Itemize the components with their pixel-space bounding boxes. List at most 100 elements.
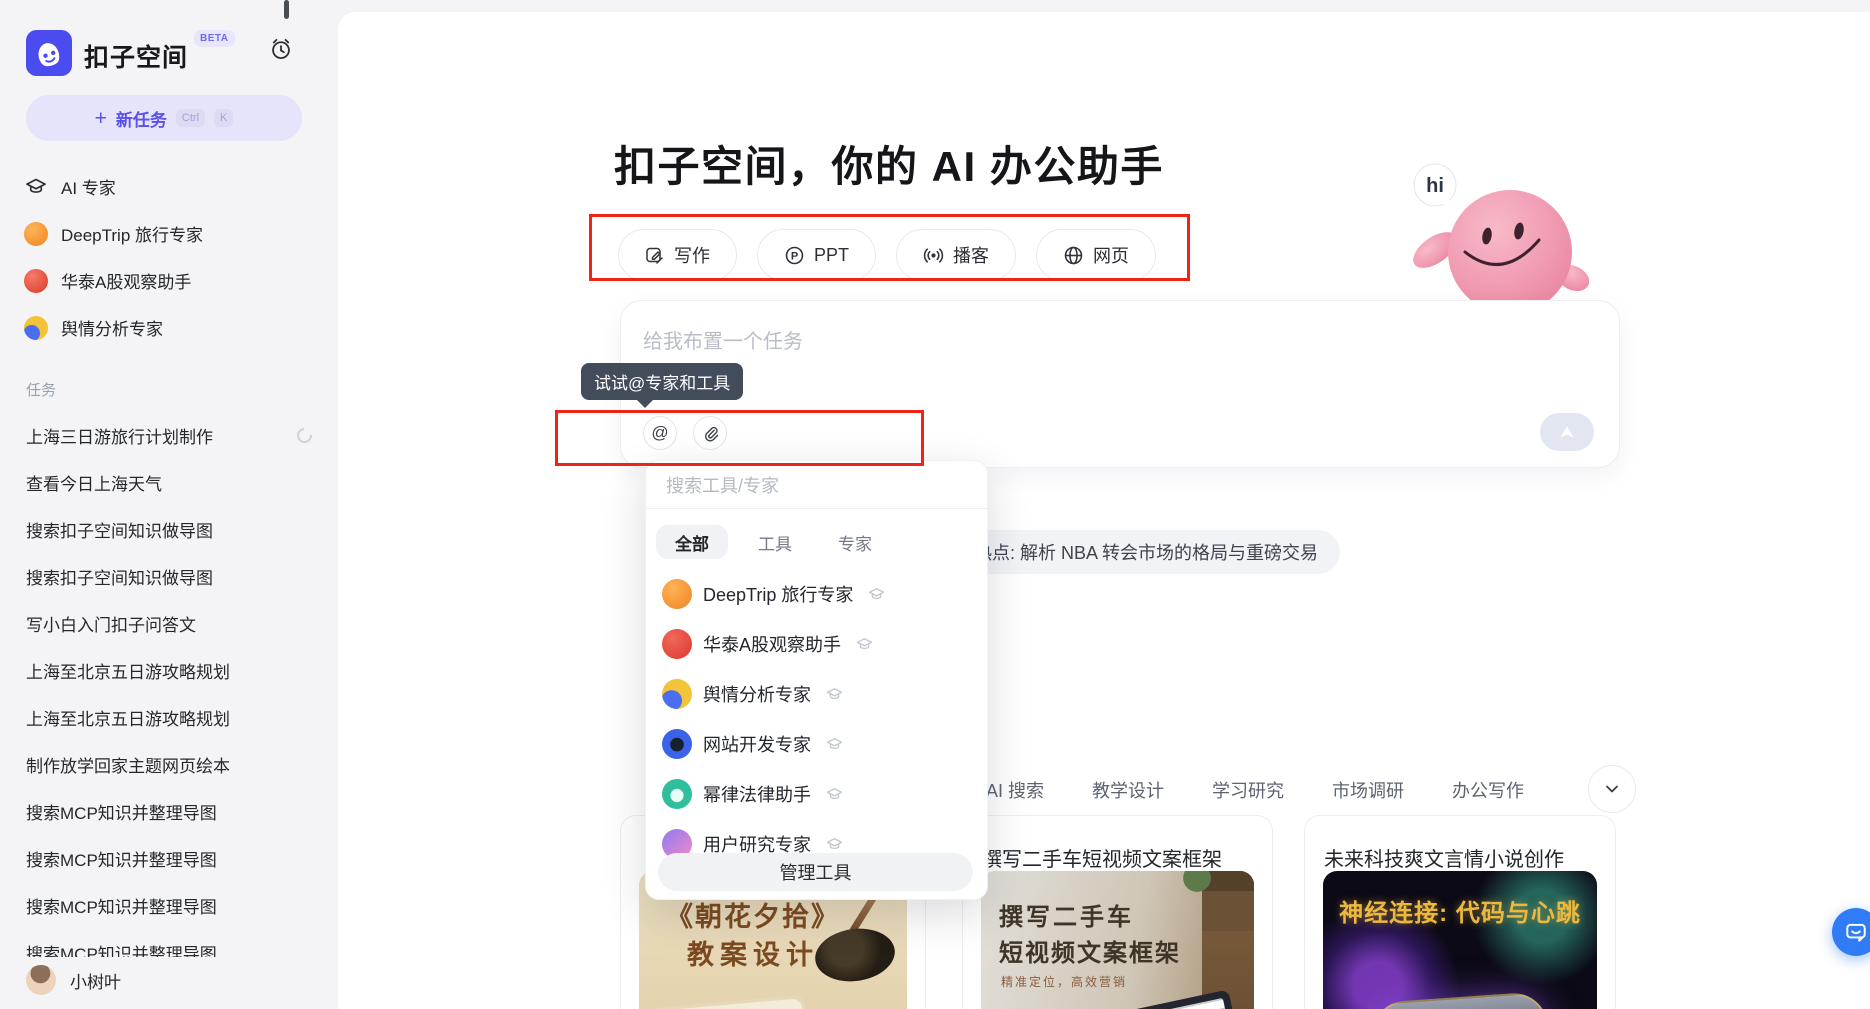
podcast-icon xyxy=(923,245,944,266)
deeptrip-avatar xyxy=(662,579,692,609)
send-arrow-icon xyxy=(1558,425,1576,439)
sentiment-avatar xyxy=(662,679,692,709)
task-item[interactable]: 上海至北京五日游攻略规划 xyxy=(0,694,338,741)
law-avatar xyxy=(662,779,692,809)
page-title: 扣子空间，你的 AI 办公助手 xyxy=(614,133,1164,194)
example-card-scifi-novel[interactable]: 未来科技爽文言情小说创作 神经连接: 代码与心跳 xyxy=(1304,815,1616,1009)
task-item[interactable]: 上海至北京五日游攻略规划 xyxy=(0,647,338,694)
beta-badge: BETA xyxy=(194,30,234,47)
task-item[interactable]: 搜索MCP知识并整理导图 xyxy=(0,788,338,835)
web-dev-avatar xyxy=(662,729,692,759)
expert-cap-icon xyxy=(826,836,843,853)
plant-illustration xyxy=(1180,871,1214,893)
globe-icon xyxy=(1063,245,1084,266)
plus-icon: + xyxy=(95,108,107,129)
list-item-deeptrip[interactable]: DeepTrip 旅行专家 xyxy=(646,569,987,619)
tasks-section-header: 任务 xyxy=(26,379,56,400)
expand-categories-button[interactable] xyxy=(1588,765,1636,813)
sidebar-item-label: 华泰A股观察助手 xyxy=(61,268,191,293)
task-item[interactable]: 搜索扣子空间知识做导图 xyxy=(0,506,338,553)
attachment-button[interactable] xyxy=(693,416,727,450)
task-item[interactable]: 搜索MCP知识并整理导图 xyxy=(0,835,338,882)
app-title: 扣子空间 xyxy=(84,38,188,74)
manage-tools-button[interactable]: 管理工具 xyxy=(658,853,973,891)
svg-text:hi: hi xyxy=(1426,175,1444,197)
user-avatar xyxy=(26,965,56,995)
brand: 扣子空间 BETA xyxy=(26,30,235,76)
card-cover-image: 神经连接: 代码与心跳 xyxy=(1323,871,1597,1009)
sidebar-item-label: AI 专家 xyxy=(61,174,116,199)
card-cover-image: 撰写二手车 短视频文案框架 精准定位，高效营销 xyxy=(981,871,1254,1009)
task-input-placeholder: 给我布置一个任务 xyxy=(643,325,803,354)
tab-experts[interactable]: 专家 xyxy=(838,530,872,555)
skill-podcast-button[interactable]: 播客 xyxy=(896,229,1016,281)
paperclip-icon xyxy=(702,425,719,442)
svg-text:P: P xyxy=(791,250,798,262)
skill-webpage-button[interactable]: 网页 xyxy=(1036,229,1156,281)
hi-speech-bubble: hi xyxy=(1414,164,1457,210)
pen-icon xyxy=(645,245,665,265)
new-task-button[interactable]: + 新任务 Ctrl K xyxy=(26,95,302,141)
list-item-law[interactable]: 幂律法律助手 xyxy=(646,769,987,819)
sidebar-scrollbar-thumb[interactable] xyxy=(284,0,289,19)
list-item-huatai[interactable]: 华泰A股观察助手 xyxy=(646,619,987,669)
hot-topic-pill[interactable]: 热点: 解析 NBA 转会市场的格局与重磅交易 xyxy=(952,530,1340,574)
sidebar-item-sentiment[interactable]: 舆情分析专家 xyxy=(0,304,338,351)
open-book-illustration xyxy=(642,998,808,1009)
example-card-car-video-copy[interactable]: 撰写二手车短视频文案框架 撰写二手车 短视频文案框架 精准定位，高效营销 xyxy=(962,815,1273,1009)
task-item[interactable]: 制作放学回家主题网页绘本 xyxy=(0,741,338,788)
tab-all[interactable]: 全部 xyxy=(656,525,728,559)
history-clock-icon[interactable] xyxy=(268,37,294,63)
tab-ai-search[interactable]: AI 搜索 xyxy=(986,777,1044,803)
task-item[interactable]: 写小白入门扣子问答文 xyxy=(0,600,338,647)
huatai-avatar xyxy=(662,629,692,659)
sidebar-nav: AI 专家 DeepTrip 旅行专家 华泰A股观察助手 舆情分析专家 xyxy=(0,163,338,351)
task-item[interactable]: 查看今日上海天气 xyxy=(0,459,338,506)
task-item[interactable]: 搜索MCP知识并整理导图 xyxy=(0,929,338,957)
sentiment-avatar xyxy=(24,316,48,340)
app-logo-icon xyxy=(26,30,72,76)
skill-writing-button[interactable]: 写作 xyxy=(618,229,737,281)
skill-pills-row: 写作 P PPT 播客 网页 xyxy=(618,229,1156,281)
user-account-row[interactable]: 小树叶 xyxy=(18,958,129,1002)
kbd-ctrl: Ctrl xyxy=(176,109,205,127)
deeptrip-avatar xyxy=(24,222,48,246)
huatai-avatar xyxy=(24,269,48,293)
skill-ppt-button[interactable]: P PPT xyxy=(757,229,876,281)
mention-at-button[interactable]: @ xyxy=(643,416,677,450)
task-item[interactable]: 上海三日游旅行计划制作 xyxy=(0,412,338,459)
tab-office-writing[interactable]: 办公写作 xyxy=(1452,777,1524,803)
tool-picker-list: DeepTrip 旅行专家 华泰A股观察助手 舆情分析专家 网站开发专家 幂律法 xyxy=(646,569,987,869)
task-item[interactable]: 搜索MCP知识并整理导图 xyxy=(0,882,338,929)
expert-cap-icon xyxy=(826,686,843,703)
expert-cap-icon xyxy=(856,636,873,653)
chat-bubble-icon xyxy=(1844,920,1868,944)
composer-icon-row: @ xyxy=(643,416,727,450)
tool-search-input[interactable]: 搜索工具/专家 xyxy=(646,461,987,509)
chevron-down-icon xyxy=(1602,779,1622,799)
task-item[interactable]: 搜索扣子空间知识做导图 xyxy=(0,553,338,600)
task-list: 上海三日游旅行计划制作 查看今日上海天气 搜索扣子空间知识做导图 搜索扣子空间知… xyxy=(0,412,338,957)
mention-tooltip: 试试@专家和工具 xyxy=(581,363,743,400)
tab-teaching-design[interactable]: 教学设计 xyxy=(1092,777,1164,803)
task-input-card[interactable]: 给我布置一个任务 @ xyxy=(620,300,1620,468)
ppt-icon: P xyxy=(784,245,805,266)
loading-spinner-icon xyxy=(294,425,315,446)
tab-study-research[interactable]: 学习研究 xyxy=(1212,777,1284,803)
sidebar-item-label: DeepTrip 旅行专家 xyxy=(61,221,203,246)
tab-tools[interactable]: 工具 xyxy=(758,530,792,555)
tab-market-research[interactable]: 市场调研 xyxy=(1332,777,1404,803)
send-button[interactable] xyxy=(1540,413,1594,451)
list-item-sentiment[interactable]: 舆情分析专家 xyxy=(646,669,987,719)
list-item-web-dev[interactable]: 网站开发专家 xyxy=(646,719,987,769)
sidebar-item-deeptrip[interactable]: DeepTrip 旅行专家 xyxy=(0,210,338,257)
sidebar-item-label: 舆情分析专家 xyxy=(61,315,163,340)
mascot-illustration: hi xyxy=(1405,158,1605,318)
sidebar-item-huatai[interactable]: 华泰A股观察助手 xyxy=(0,257,338,304)
sidebar: 扣子空间 BETA + 新任务 Ctrl K xyxy=(0,0,338,1009)
nebula-swirl xyxy=(1467,871,1597,991)
app-window: 扣子空间 BETA + 新任务 Ctrl K xyxy=(0,0,1870,1009)
expert-cap-icon xyxy=(826,786,843,803)
kbd-k: K xyxy=(214,109,233,127)
sidebar-item-ai-experts[interactable]: AI 专家 xyxy=(0,163,338,210)
